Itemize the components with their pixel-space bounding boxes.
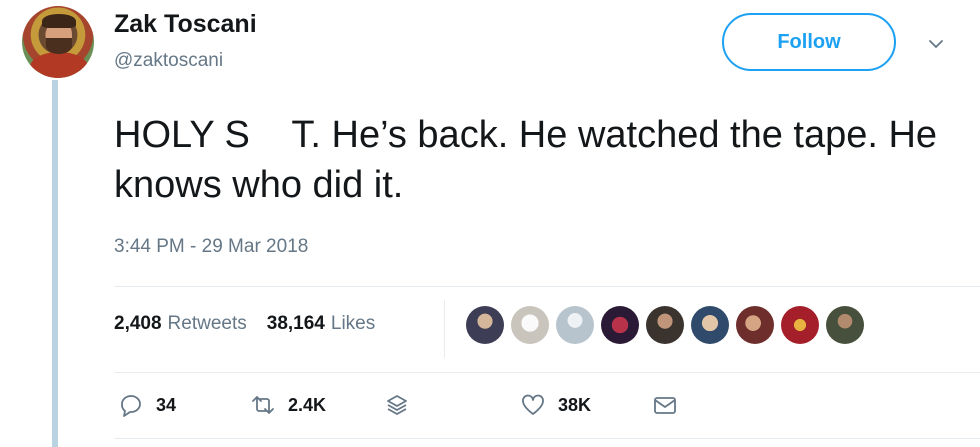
heart-icon <box>522 394 544 415</box>
engagement-stats: 2,408 Retweets 38,164 Likes <box>114 313 389 335</box>
like-action-count: 38K <box>558 394 592 415</box>
like-count[interactable]: 38,164 <box>267 313 325 335</box>
divider <box>114 438 980 439</box>
likers-avatars <box>466 306 864 344</box>
avatar-hair <box>42 14 76 28</box>
liker-avatar[interactable] <box>826 306 864 344</box>
user-handle[interactable]: @zaktoscani <box>114 50 223 72</box>
reply-icon <box>121 395 141 417</box>
liker-avatar[interactable] <box>466 306 504 344</box>
direct-share-button[interactable] <box>384 390 410 420</box>
liker-avatar[interactable] <box>556 306 594 344</box>
message-icon <box>654 397 676 414</box>
liker-avatar[interactable] <box>646 306 684 344</box>
avatar-robe <box>30 52 88 78</box>
avatar[interactable] <box>22 6 94 78</box>
divider <box>114 372 980 373</box>
liker-avatar[interactable] <box>736 306 774 344</box>
liker-avatar[interactable] <box>511 306 549 344</box>
like-label[interactable]: Likes <box>331 313 375 335</box>
retweet-count[interactable]: 2,408 <box>114 313 162 335</box>
tweet-text: HOLY S T. He’s back. He watched the tape… <box>114 114 948 206</box>
tweet-timestamp[interactable]: 3:44 PM - 29 Mar 2018 <box>114 236 308 258</box>
stack-icon <box>387 395 407 415</box>
like-button[interactable]: 38K <box>520 390 591 420</box>
reply-button[interactable]: 34 <box>118 390 176 420</box>
liker-avatar[interactable] <box>781 306 819 344</box>
stats-separator <box>444 300 445 358</box>
chevron-down-icon[interactable] <box>928 36 944 52</box>
retweet-button[interactable]: 2.4K <box>250 390 326 420</box>
display-name[interactable]: Zak Toscani <box>114 10 257 39</box>
message-button[interactable] <box>652 390 678 420</box>
thread-line <box>52 80 58 447</box>
avatar-beard <box>46 38 72 54</box>
liker-avatar[interactable] <box>691 306 729 344</box>
reply-count: 34 <box>156 394 177 415</box>
divider <box>114 286 980 287</box>
follow-button[interactable]: Follow <box>722 13 896 71</box>
retweet-icon <box>252 396 274 414</box>
retweet-label[interactable]: Retweets <box>168 313 247 335</box>
retweet-action-count: 2.4K <box>288 394 327 415</box>
liker-avatar[interactable] <box>601 306 639 344</box>
